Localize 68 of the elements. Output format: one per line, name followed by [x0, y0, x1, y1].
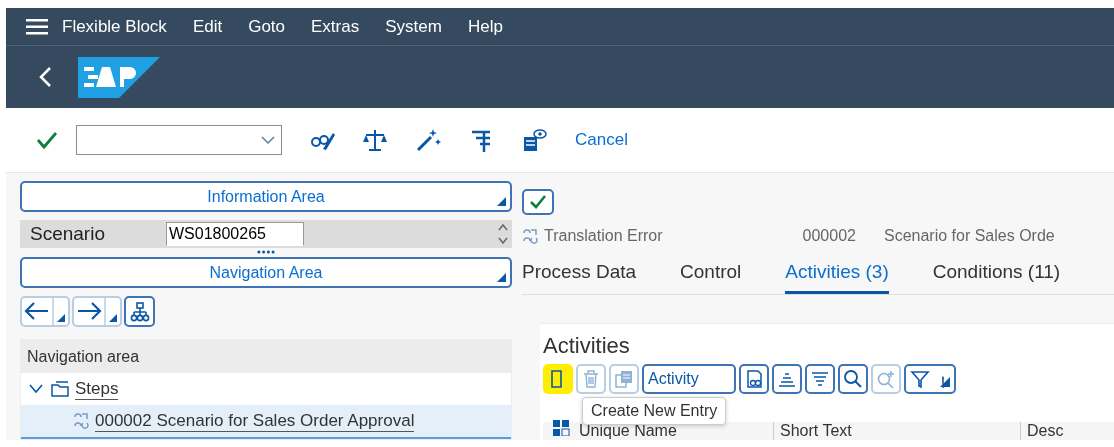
tab[interactable]: Control [680, 261, 742, 294]
sort-descending-icon [810, 369, 830, 389]
funnel-icon [910, 369, 930, 389]
corner-triangle-icon [497, 273, 506, 282]
step-number-text: 000002 [802, 227, 856, 245]
scenario-label: Scenario [30, 223, 106, 245]
back-icon[interactable] [38, 66, 52, 88]
column-header: Desc [1027, 422, 1064, 439]
tab[interactable]: Process Data [522, 261, 637, 294]
menu-item[interactable]: System [385, 16, 442, 37]
confirm-button[interactable] [522, 189, 554, 215]
tree-item-label: 000002 Scenario for Sales Order Approval [95, 410, 415, 432]
sort-desc-button[interactable] [805, 364, 835, 394]
search-plus-icon [876, 369, 896, 389]
folder-icon [51, 381, 69, 397]
back-arrow-icon [22, 298, 68, 325]
tree-item-label: Steps [75, 378, 119, 400]
tree-row[interactable]: 000002 Scenario for Sales Order Approval [21, 405, 511, 439]
cancel-button[interactable]: Cancel [575, 130, 628, 150]
forward-arrow-button[interactable] [72, 296, 122, 327]
scenario-field[interactable]: WS01800265 [166, 222, 304, 246]
hierarchy-button[interactable] [124, 296, 155, 327]
logo-icon [78, 56, 160, 98]
menu-item[interactable]: Flexible Block [62, 16, 167, 37]
sort-asc-button[interactable] [772, 364, 802, 394]
checkmark-icon[interactable] [36, 130, 58, 150]
tree-header: Navigation area [21, 340, 511, 373]
menu-item[interactable]: Help [467, 16, 503, 37]
corner-triangle-icon [940, 376, 950, 388]
column-header: Short Text [780, 422, 852, 439]
hierarchy-icon [129, 301, 150, 322]
tab[interactable]: Activities (3) [785, 261, 889, 294]
search-icon [843, 369, 863, 389]
step-description-text: Scenario for Sales Orde [883, 227, 1055, 245]
filter-button[interactable] [904, 364, 956, 394]
information-area-button[interactable]: Information Area [20, 181, 512, 212]
magic-wand-icon[interactable] [415, 127, 441, 153]
copy-icon [614, 369, 634, 389]
find-button[interactable] [838, 364, 868, 394]
document-glasses-icon [744, 369, 764, 389]
column-header: Unique Name [579, 422, 677, 439]
details-button[interactable] [739, 364, 769, 394]
step-icon [522, 227, 538, 245]
menu-item[interactable]: Extras [311, 16, 360, 37]
create-button[interactable] [543, 364, 573, 394]
tab[interactable]: Conditions (11) [932, 261, 1061, 294]
caret-down-icon[interactable] [29, 384, 43, 394]
step-icon [73, 411, 89, 431]
tooltip: Create New Entry [582, 397, 727, 425]
trash-icon [581, 369, 601, 389]
back-arrow-button[interactable] [20, 296, 70, 327]
resize-handle-icon[interactable] [257, 250, 275, 254]
menu-item[interactable]: Goto [248, 16, 286, 37]
checkmark-icon [529, 194, 547, 210]
command-field[interactable] [76, 125, 282, 155]
corner-triangle-icon [497, 197, 506, 206]
menu-icon[interactable] [26, 18, 48, 35]
navigation-area-button[interactable]: Navigation Area [20, 257, 512, 288]
tree-row[interactable]: Steps [21, 373, 511, 405]
scales-icon[interactable] [362, 127, 388, 153]
document-eye-icon[interactable] [521, 127, 547, 153]
chevron-down-icon[interactable] [261, 136, 275, 144]
grid-settings-icon[interactable] [553, 420, 571, 436]
activity-dropdown[interactable]: Activity [642, 364, 736, 394]
menu-item[interactable]: Edit [192, 16, 223, 37]
section-title: Activities [543, 333, 631, 359]
step-type-text: Translation Error [544, 227, 663, 245]
up-down-arrows-icon[interactable] [498, 222, 508, 246]
